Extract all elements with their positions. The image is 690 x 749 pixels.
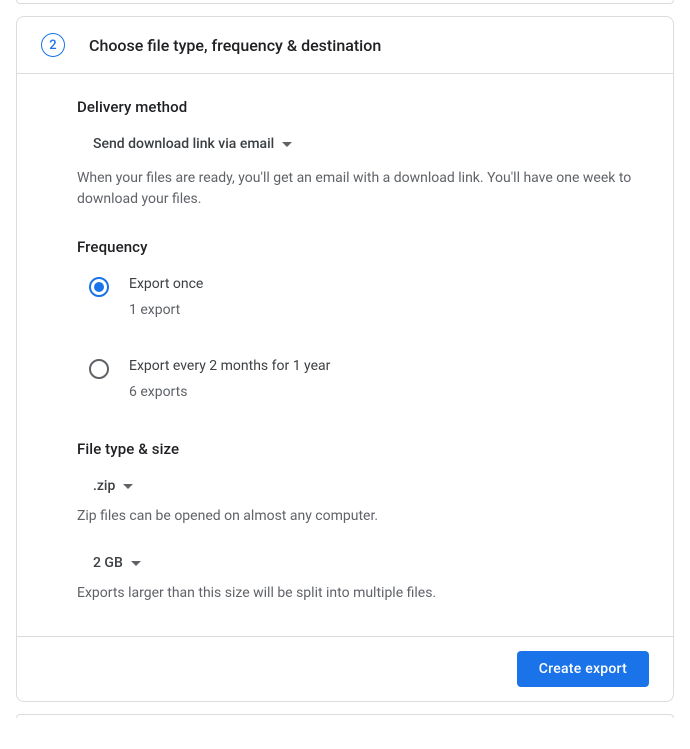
previous-step-card-edge <box>16 0 674 4</box>
file-type-help: Zip files can be opened on almost any co… <box>77 506 649 527</box>
delivery-method-heading: Delivery method <box>77 98 649 116</box>
frequency-radio-group: Export once 1 export Export every 2 mont… <box>77 268 649 408</box>
chevron-down-icon <box>131 561 141 566</box>
step-body: Delivery method Send download link via e… <box>17 74 673 636</box>
frequency-option-label: Export once <box>129 276 203 292</box>
radio-selected-icon <box>89 277 109 297</box>
delivery-method-help: When your files are ready, you'll get an… <box>77 168 649 210</box>
chevron-down-icon <box>282 142 292 147</box>
frequency-option-label: Export every 2 months for 1 year <box>129 358 330 374</box>
file-size-help: Exports larger than this size will be sp… <box>77 583 649 604</box>
radio-content: Export once 1 export <box>129 276 203 318</box>
create-export-button[interactable]: Create export <box>517 651 649 687</box>
frequency-option-sublabel: 1 export <box>129 302 203 318</box>
step-card: 2 Choose file type, frequency & destinat… <box>16 16 674 702</box>
file-type-size-heading: File type & size <box>77 440 649 458</box>
file-type-selected: .zip <box>93 478 115 494</box>
frequency-option-recurring[interactable]: Export every 2 months for 1 year 6 expor… <box>77 350 649 408</box>
file-size-selected: 2 GB <box>93 555 123 571</box>
step-header: 2 Choose file type, frequency & destinat… <box>17 17 673 74</box>
delivery-method-selected: Send download link via email <box>93 136 274 152</box>
delivery-method-dropdown[interactable]: Send download link via email <box>77 128 304 160</box>
step-number-badge: 2 <box>41 33 65 57</box>
frequency-option-once[interactable]: Export once 1 export <box>77 268 649 326</box>
step-title: Choose file type, frequency & destinatio… <box>89 36 381 55</box>
radio-unselected-icon <box>89 359 109 379</box>
frequency-option-sublabel: 6 exports <box>129 384 330 400</box>
file-type-dropdown[interactable]: .zip <box>77 470 145 502</box>
file-size-dropdown[interactable]: 2 GB <box>77 547 153 579</box>
chevron-down-icon <box>123 484 133 489</box>
frequency-heading: Frequency <box>77 238 649 256</box>
step-footer: Create export <box>17 636 673 701</box>
radio-content: Export every 2 months for 1 year 6 expor… <box>129 358 330 400</box>
next-step-card-edge <box>16 714 674 718</box>
